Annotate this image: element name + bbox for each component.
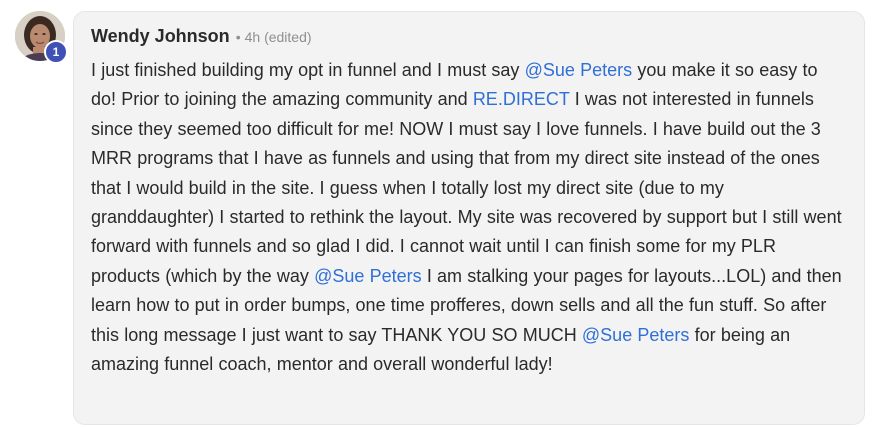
mention-link[interactable]: @Sue Peters [314,266,422,286]
comment-header: Wendy Johnson • 4h (edited) [91,26,846,54]
avatar-container[interactable]: 1 [15,11,68,64]
comment: 1 Wendy Johnson • 4h (edited) I just fini… [0,0,877,427]
mention-link[interactable]: @Sue Peters [525,60,633,80]
body-text-segment: I just finished building my opt in funne… [91,60,525,80]
author-name[interactable]: Wendy Johnson [91,26,230,47]
comment-bubble: Wendy Johnson • 4h (edited) I just finish… [73,11,865,425]
body-text-segment: I was not interested in funnels since th… [91,89,842,286]
mention-link[interactable]: RE.DIRECT [473,89,570,109]
comment-body: I just finished building my opt in funne… [91,56,846,379]
comment-meta: • 4h (edited) [236,29,312,45]
level-badge: 1 [44,40,68,64]
meta-separator: • [235,29,241,45]
edited-label: (edited) [264,29,312,45]
mention-link[interactable]: @Sue Peters [582,325,690,345]
timestamp[interactable]: 4h [245,29,261,45]
